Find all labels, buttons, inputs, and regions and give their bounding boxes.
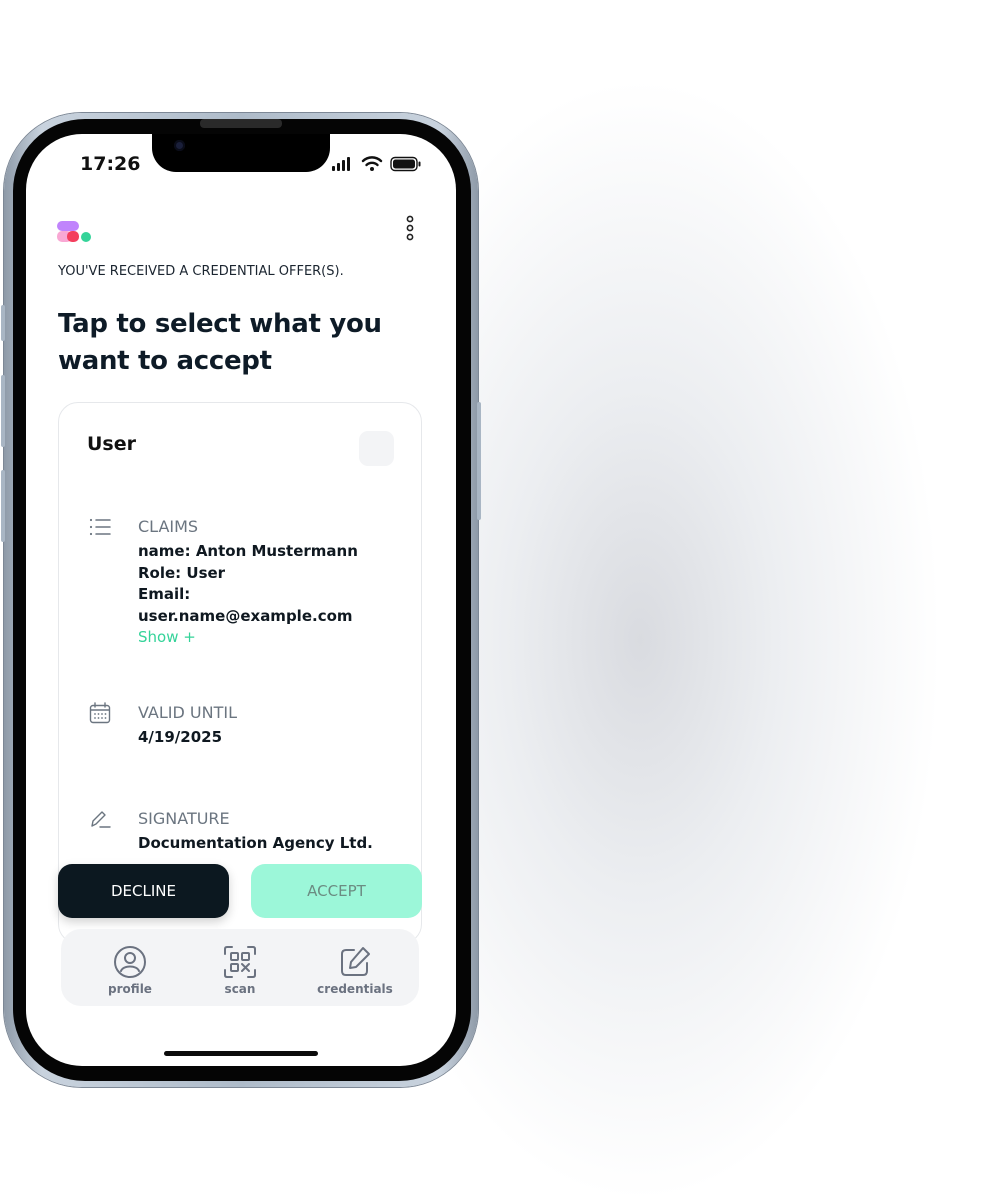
- edit-credentials-icon: [341, 947, 370, 976]
- app-logo: [57, 221, 93, 245]
- claims-list: name: Anton Mustermann Role: User Email:…: [138, 541, 408, 627]
- decline-button[interactable]: DECLINE: [58, 864, 229, 918]
- offer-subtitle: YOU'VE RECEIVED A CREDENTIAL OFFER(S).: [58, 264, 344, 279]
- signature-value: Documentation Agency Ltd.: [138, 834, 373, 852]
- battery-icon: [390, 156, 421, 172]
- page-title: Tap to select what you want to accept: [58, 309, 382, 376]
- tab-profile[interactable]: profile: [85, 929, 175, 1006]
- tab-credentials[interactable]: credentials: [305, 929, 405, 1006]
- claim-line: name: Anton Mustermann: [138, 542, 358, 560]
- notch: [152, 134, 330, 172]
- status-time: 17:26: [80, 153, 141, 175]
- tab-label: credentials: [317, 982, 393, 996]
- show-more-link[interactable]: Show +: [138, 628, 196, 646]
- calendar-icon: [89, 702, 111, 724]
- more-options-button[interactable]: [400, 214, 420, 244]
- select-checkbox[interactable]: [359, 431, 394, 466]
- volume-down-button: [1, 470, 5, 542]
- list-icon: [89, 516, 111, 538]
- status-icons: [332, 156, 422, 172]
- signature-icon: [89, 808, 111, 830]
- power-button: [477, 402, 481, 520]
- vertical-dots-icon: [406, 215, 414, 241]
- valid-until-label: VALID UNTIL: [138, 703, 237, 722]
- claim-line: user.name@example.com: [138, 606, 353, 625]
- front-camera: [174, 140, 185, 151]
- tab-label: profile: [108, 982, 152, 996]
- earpiece-speaker: [200, 119, 282, 128]
- phone-screen: 17:26 YOU'VE RECEIVED A CREDENTIAL OFFER…: [26, 134, 456, 1066]
- wifi-icon: [361, 156, 383, 171]
- tab-scan[interactable]: scan: [195, 929, 285, 1006]
- mute-switch: [1, 305, 5, 341]
- claims-label: CLAIMS: [138, 517, 199, 536]
- claim-line: Role: User: [138, 563, 226, 582]
- home-indicator: [164, 1051, 318, 1056]
- credential-title: User: [87, 433, 136, 455]
- signal-icon: [332, 157, 350, 171]
- bottom-tab-bar: profile scan credentials: [61, 929, 419, 1006]
- qr-scan-icon: [224, 946, 256, 978]
- signature-label: SIGNATURE: [138, 809, 230, 828]
- credential-card[interactable]: User CLAIMS name: Anton Mustermann Role:…: [58, 402, 422, 944]
- tab-label: scan: [224, 982, 256, 996]
- claim-line: Email:: [138, 585, 191, 603]
- valid-until-value: 4/19/2025: [138, 728, 223, 746]
- profile-icon: [114, 946, 146, 978]
- accept-button[interactable]: ACCEPT: [251, 864, 422, 918]
- volume-up-button: [1, 375, 5, 447]
